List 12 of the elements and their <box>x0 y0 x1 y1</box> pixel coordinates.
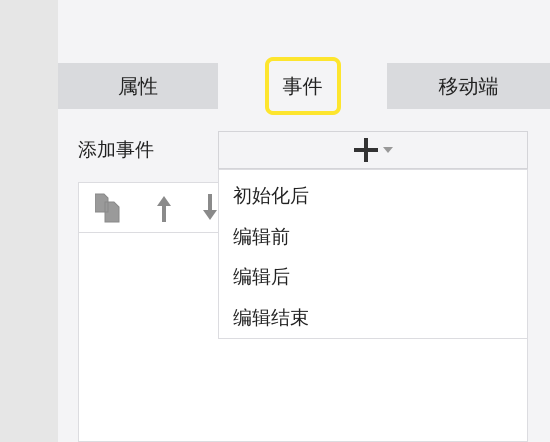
menu-item[interactable]: 初始化后 <box>233 176 527 216</box>
menu-item[interactable]: 编辑后 <box>233 257 527 298</box>
plus-icon <box>353 137 379 163</box>
caret-icon <box>383 147 393 153</box>
down-arrow-icon[interactable] <box>201 194 219 222</box>
tab[interactable]: 属性 <box>100 57 176 115</box>
menu-item[interactable]: 编辑前 <box>233 216 527 257</box>
tab[interactable]: 移动端 <box>420 57 516 115</box>
tab[interactable]: 事件 <box>264 57 340 115</box>
menu-item[interactable]: 编辑结束 <box>233 298 527 338</box>
add-event-label: 添加事件 <box>78 138 155 163</box>
up-arrow-icon[interactable] <box>155 194 173 222</box>
